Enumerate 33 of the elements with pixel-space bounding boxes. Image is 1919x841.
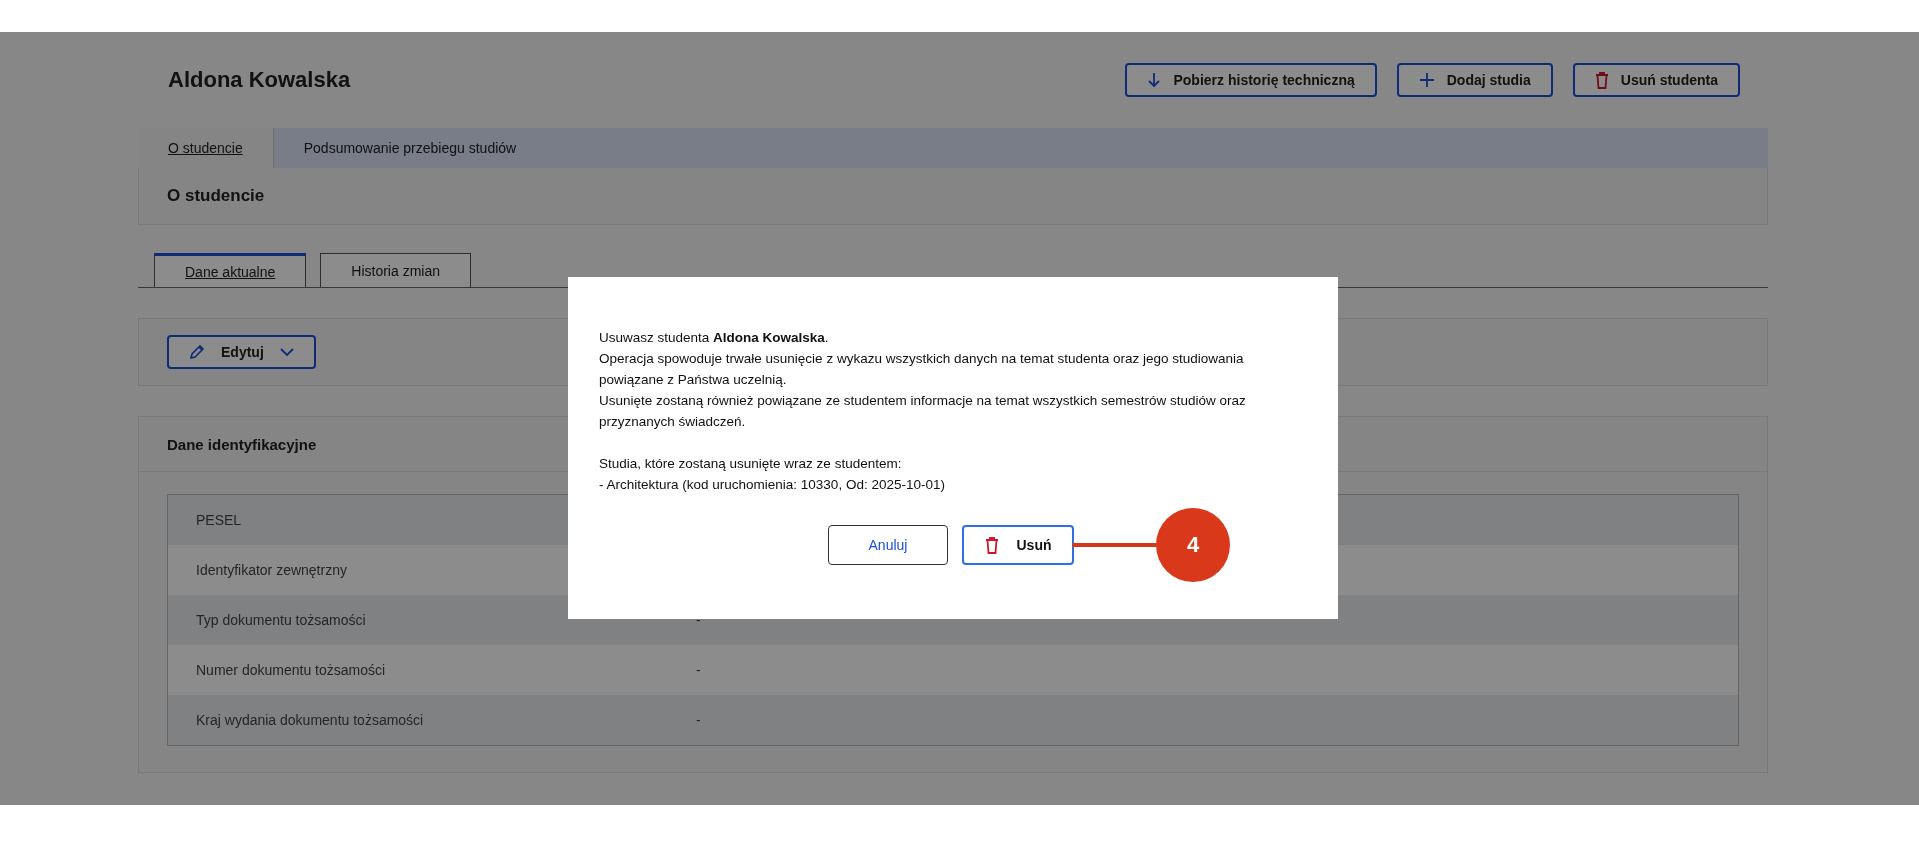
chevron-down-icon <box>279 347 294 357</box>
field-label: Identyfikator zewnętrzny <box>195 562 348 578</box>
down-arrow-icon <box>1147 72 1162 88</box>
delete-button[interactable]: Usuń <box>962 525 1074 565</box>
dialog-text: Studia, które zostaną usunięte wraz ze studentem: <box>599 455 903 473</box>
step-badge: 4 <box>1156 508 1230 582</box>
dialog-text: Usuwasz studenta Aldona Kowalska. <box>599 329 830 347</box>
field-value: - <box>696 712 701 728</box>
edit-button[interactable]: Edytuj <box>167 335 316 369</box>
field-label: Numer dokumentu tożsamości <box>195 662 387 678</box>
card-title: Dane identyfikacyjne <box>167 435 317 453</box>
dialog-text: Usunięte zostaną również powiązane ze studentem informacje na temat wszystkich semestrów studiów oraz przyznanych świadczeń. <box>599 392 1247 431</box>
cancel-button[interactable]: Anuluj <box>828 525 948 565</box>
field-label: Typ dokumentu tożsamości <box>195 612 367 628</box>
download-button[interactable]: Pobierz historię techniczną <box>1125 63 1377 97</box>
plus-icon <box>1418 72 1435 88</box>
field-value: - <box>696 662 701 678</box>
student-name: Aldona Kowalska <box>168 67 352 93</box>
tab[interactable]: Podsumowanie przebiegu studiów <box>273 128 547 168</box>
pencil-icon <box>189 344 205 360</box>
dialog-text: - Architektura (kod uruchomienia: 10330, Od: 2025-10-01) <box>599 476 946 494</box>
trash-icon <box>984 536 999 554</box>
field-value: - <box>696 612 701 628</box>
tab[interactable]: O studencie <box>138 128 274 168</box>
add-button[interactable]: Dodaj studia <box>1396 63 1553 97</box>
trash-icon <box>1594 71 1609 89</box>
delete-button[interactable]: Usuń studenta <box>1572 63 1740 97</box>
section-title: O studencie <box>167 186 265 206</box>
tab[interactable]: Dane aktualne <box>154 253 307 287</box>
field-label: Kraj wydania dokumentu tożsamości <box>195 712 425 728</box>
dialog-text: Operacja spowoduje trwałe usunięcie z wykazu wszystkich danych na temat studenta oraz jego studiowania powiązane z Państwa uczelnią. <box>599 350 1245 389</box>
tab[interactable]: Historia zmian <box>320 253 471 287</box>
field-label: PESEL <box>195 512 243 528</box>
